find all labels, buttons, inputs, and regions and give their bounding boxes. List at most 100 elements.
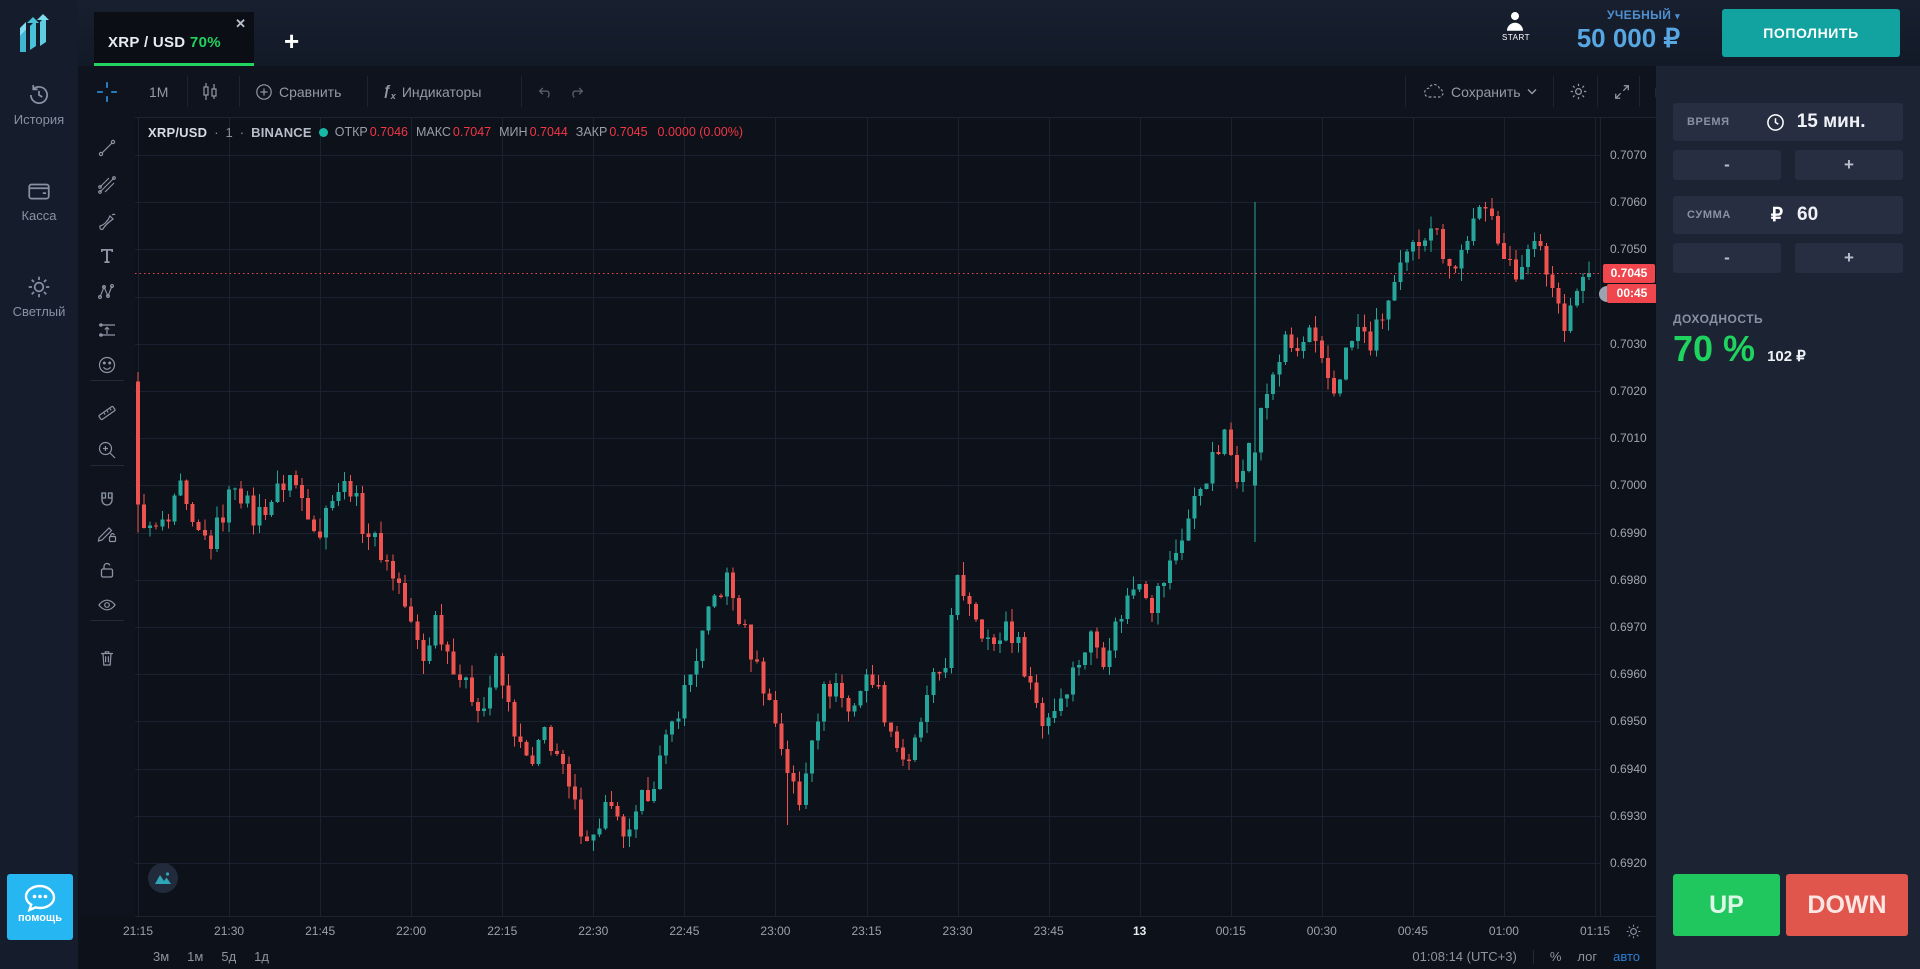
cloud-icon bbox=[1423, 84, 1445, 100]
emoji-tool-icon[interactable] bbox=[97, 355, 117, 375]
legend-interval: 1 bbox=[226, 125, 233, 140]
broker-logo-button[interactable] bbox=[148, 863, 178, 893]
countdown-badge: 00:45 bbox=[1607, 284, 1657, 303]
account-balance: 50 000 ₽ bbox=[1577, 23, 1680, 54]
price-tick: 0.6970 bbox=[1610, 620, 1647, 634]
account-start-label: START bbox=[1502, 33, 1530, 42]
amount-selector[interactable]: СУММА ₽ 60 bbox=[1673, 196, 1903, 234]
payout-label: ДОХОДНОСТЬ bbox=[1673, 312, 1763, 326]
trash-tool-icon[interactable] bbox=[97, 648, 117, 668]
crosshair-tool[interactable] bbox=[78, 66, 135, 118]
percent-scale-button[interactable]: % bbox=[1550, 949, 1562, 964]
tab-xrp-usd[interactable]: XRP / USD 70% ✕ bbox=[94, 12, 254, 66]
toolbar-divider bbox=[90, 380, 124, 381]
chevron-down-icon: ▾ bbox=[1675, 11, 1680, 21]
legend-exchange: BINANCE bbox=[251, 125, 312, 140]
time-tick: 00:15 bbox=[1216, 924, 1246, 938]
chart-settings-button[interactable] bbox=[1569, 66, 1588, 117]
clock-label[interactable]: 01:08:14 (UTC+3) bbox=[1412, 949, 1516, 964]
range-button-3м[interactable]: 3м bbox=[153, 949, 169, 964]
price-tick: 0.6940 bbox=[1610, 762, 1647, 776]
toolbar-divider bbox=[90, 465, 124, 466]
payout-row: 70 % 102 ₽ bbox=[1673, 328, 1806, 370]
text-tool-icon[interactable] bbox=[97, 246, 117, 266]
save-button[interactable]: Сохранить bbox=[1423, 66, 1537, 117]
forecast-tool-icon[interactable] bbox=[97, 320, 117, 340]
time-tick: 23:00 bbox=[760, 924, 790, 938]
axis-settings-icon[interactable] bbox=[1625, 923, 1642, 940]
price-tick: 0.6990 bbox=[1610, 526, 1647, 540]
redo-button[interactable] bbox=[567, 66, 585, 117]
chart-legend[interactable]: XRP/USD · 1 · BINANCE ОТКР0.7046 МАКС0.7… bbox=[148, 122, 743, 142]
account-info[interactable]: УЧЕБНЫЙ ▾ 50 000 ₽ bbox=[1577, 8, 1680, 54]
up-button[interactable]: UP bbox=[1673, 874, 1780, 936]
down-button[interactable]: DOWN bbox=[1786, 874, 1908, 936]
gann-fan-tool-icon[interactable] bbox=[97, 175, 117, 195]
sidebar-item-label: Касса bbox=[0, 208, 78, 223]
compare-button[interactable]: Сравнить bbox=[255, 66, 341, 117]
amount-minus-button[interactable]: - bbox=[1673, 243, 1781, 273]
xabcd-pattern-tool-icon[interactable] bbox=[97, 282, 117, 302]
brush-tool-icon[interactable] bbox=[97, 211, 117, 231]
lock-tool-icon[interactable] bbox=[97, 560, 117, 580]
log-scale-button[interactable]: лог bbox=[1577, 949, 1597, 964]
user-icon bbox=[1502, 8, 1530, 34]
price-tick: 0.6930 bbox=[1610, 809, 1647, 823]
time-tick: 23:30 bbox=[943, 924, 973, 938]
fx-icon: ƒx bbox=[383, 82, 396, 101]
time-plus-button[interactable]: + bbox=[1795, 150, 1903, 180]
auto-scale-button[interactable]: авто bbox=[1613, 949, 1640, 964]
legend-change: 0.0000 (0.00%) bbox=[658, 125, 743, 139]
range-button-1м[interactable]: 1м bbox=[187, 949, 203, 964]
bottom-info: 01:08:14 (UTC+3) % лог авто bbox=[1412, 949, 1640, 964]
time-tick: 23:15 bbox=[851, 924, 881, 938]
help-label: помощь bbox=[7, 912, 73, 924]
sidebar-item-wallet[interactable]: Касса bbox=[0, 178, 78, 223]
range-button-1д[interactable]: 1д bbox=[254, 949, 269, 964]
undo-button[interactable] bbox=[537, 66, 555, 117]
chart-plot[interactable] bbox=[135, 118, 1600, 916]
wallet-icon bbox=[0, 178, 78, 204]
interval-button[interactable]: 1М bbox=[149, 66, 168, 117]
eye-tool-icon[interactable] bbox=[97, 595, 117, 615]
fullscreen-button[interactable] bbox=[1613, 66, 1631, 117]
sidebar-item-sun[interactable]: Светлый bbox=[0, 274, 78, 319]
account-button[interactable]: START bbox=[1502, 8, 1530, 42]
trend-line-tool-icon[interactable] bbox=[97, 138, 117, 158]
indicators-button[interactable]: ƒx Индикаторы bbox=[383, 66, 481, 117]
time-tick: 01:00 bbox=[1489, 924, 1519, 938]
amount-plus-button[interactable]: + bbox=[1795, 243, 1903, 273]
help-button[interactable]: помощь bbox=[7, 874, 73, 940]
time-selector[interactable]: ВРЕМЯ 15 мин. bbox=[1673, 103, 1903, 141]
tab-label: XRP / USD 70% bbox=[108, 34, 221, 51]
time-minus-button[interactable]: - bbox=[1673, 150, 1781, 180]
range-button-5д[interactable]: 5д bbox=[221, 949, 236, 964]
time-tick: 21:15 bbox=[123, 924, 153, 938]
candle-style-button[interactable] bbox=[201, 66, 219, 117]
app-root: XRP / USD 70% ✕ + START УЧЕБНЫЙ ▾ 50 000… bbox=[0, 0, 1920, 969]
add-tab-button[interactable]: + bbox=[284, 30, 299, 52]
time-tick: 21:45 bbox=[305, 924, 335, 938]
sidebar-item-history[interactable]: История bbox=[0, 82, 78, 127]
price-tick: 0.7060 bbox=[1610, 195, 1647, 209]
sidebar-item-label: История bbox=[0, 112, 78, 127]
current-price-badge: 0.7045 bbox=[1603, 264, 1655, 283]
drawing-sync-tool-icon[interactable] bbox=[97, 524, 117, 544]
magnet-tool-icon[interactable] bbox=[97, 490, 117, 510]
app-logo[interactable] bbox=[14, 12, 62, 58]
tab-payout: 70% bbox=[190, 34, 221, 51]
zoom-in-tool-icon[interactable] bbox=[97, 440, 117, 460]
tab-close-icon[interactable]: ✕ bbox=[235, 16, 246, 32]
ruler-tool-icon[interactable] bbox=[97, 403, 117, 423]
time-tick: 22:00 bbox=[396, 924, 426, 938]
chat-bubble-icon bbox=[7, 874, 73, 914]
deposit-button[interactable]: ПОПОЛНИТЬ bbox=[1722, 9, 1900, 57]
legend-ohlc: ОТКР0.7046 МАКС0.7047 МИН0.7044 ЗАКР0.70… bbox=[335, 125, 743, 139]
account-type[interactable]: УЧЕБНЫЙ ▾ bbox=[1577, 8, 1680, 22]
legend-symbol: XRP/USD bbox=[148, 125, 207, 140]
time-tick: 23:45 bbox=[1034, 924, 1064, 938]
ruble-icon: ₽ bbox=[1771, 204, 1783, 227]
price-axis[interactable]: 0.7045 00:45 0.70700.70600.70500.70400.7… bbox=[1600, 118, 1656, 916]
time-axis[interactable]: 21:1521:3021:4522:0022:1522:3022:4523:00… bbox=[135, 916, 1656, 946]
range-presets: 3м 1м 5д 1д bbox=[153, 949, 269, 964]
